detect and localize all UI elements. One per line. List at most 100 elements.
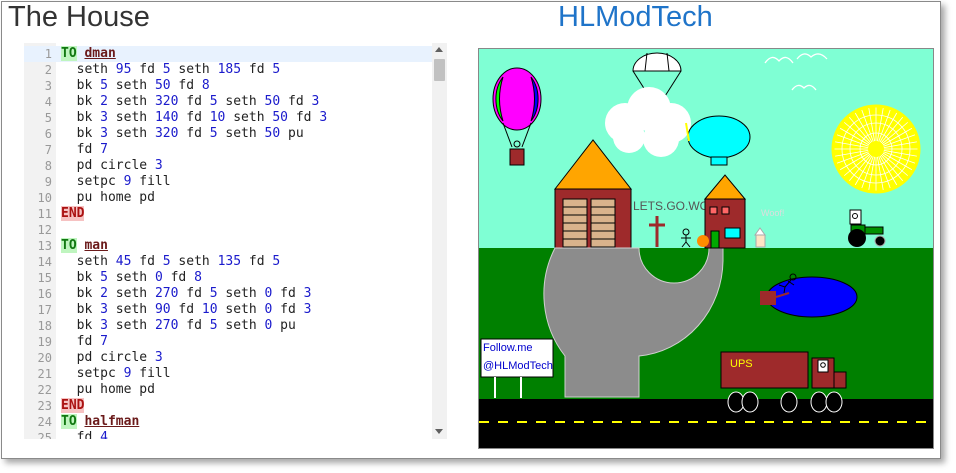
code-token: fd <box>272 286 304 301</box>
code-token: bk <box>61 126 101 141</box>
editor-scrollbar[interactable] <box>432 43 447 439</box>
road <box>479 399 933 448</box>
line-number: 3 <box>44 79 52 93</box>
code-line[interactable]: 2 seth 95 fd 5 seth 185 fd 5 <box>24 62 432 78</box>
code-text: TO dman <box>61 46 116 62</box>
scene-drawing: LETS.GO.WO! Woof! Follow.me @HLModTech U… <box>479 49 933 448</box>
code-line[interactable]: 3 bk 5 seth 50 fd 8 <box>24 78 432 94</box>
code-token: 95 <box>115 62 132 77</box>
code-token: 5 <box>162 62 171 77</box>
code-token: 5 <box>209 126 218 141</box>
code-line[interactable]: 11 END <box>24 206 432 222</box>
code-text: bk 3 seth 270 fd 5 seth 0 pu <box>61 318 296 334</box>
code-token: 0 <box>154 270 163 285</box>
code-lines[interactable]: 1 TO dman 2 seth 95 fd 5 seth 185 fd 53 bk… <box>24 46 432 439</box>
line-number: 12 <box>37 223 52 237</box>
code-token: 45 <box>115 254 132 269</box>
code-line[interactable]: 24 TO halfman <box>24 414 432 430</box>
follow-text-line1: Follow.me <box>483 342 533 354</box>
code-token: TO <box>61 414 77 429</box>
code-line[interactable]: 23 END <box>24 398 432 414</box>
code-token: fd <box>131 62 163 77</box>
code-token: fd <box>178 94 210 109</box>
code-token: 3 <box>311 94 320 109</box>
code-token: 140 <box>154 110 179 125</box>
code-token: 5 <box>209 286 218 301</box>
code-token: 3 <box>154 350 163 365</box>
code-line[interactable]: 18 bk 3 seth 270 fd 5 seth 0 pu <box>24 318 432 334</box>
code-text: bk 3 seth 140 fd 10 seth 50 fd 3 <box>61 110 328 126</box>
code-token: dman <box>84 46 116 61</box>
code-token: seth <box>107 110 155 125</box>
code-line[interactable]: 14 seth 45 fd 5 seth 135 fd 5 <box>24 254 432 270</box>
code-line[interactable]: 12 <box>24 222 432 238</box>
code-token: pu <box>272 318 296 333</box>
code-token: fd <box>178 318 210 333</box>
code-token: bk <box>61 110 101 125</box>
code-token: bk <box>61 286 101 301</box>
code-line[interactable]: 13 TO man <box>24 238 432 254</box>
code-token: fd <box>241 62 273 77</box>
line-number: 17 <box>37 303 52 317</box>
code-token: 2 <box>100 286 108 301</box>
code-text: fd 7 <box>61 142 108 158</box>
code-token: halfman <box>84 414 140 429</box>
code-text: END <box>61 206 85 222</box>
line-number: 11 <box>37 207 52 221</box>
code-text: bk 5 seth 0 fd 8 <box>61 270 202 286</box>
code-token: pu <box>280 126 304 141</box>
code-line[interactable]: 19 fd 7 <box>24 334 432 350</box>
code-token: pu home pd <box>61 382 155 397</box>
code-token: seth <box>217 318 265 333</box>
code-token: fd <box>272 302 304 317</box>
code-line[interactable]: 6 bk 3 seth 320 fd 5 seth 50 pu <box>24 126 432 142</box>
line-number: 22 <box>37 383 52 397</box>
code-text: bk 2 seth 270 fd 5 seth 0 fd 3 <box>61 286 312 302</box>
code-line[interactable]: 25 fd 4 <box>24 430 432 439</box>
line-number: 24 <box>37 415 52 429</box>
code-token: 5 <box>272 254 281 269</box>
code-line[interactable]: 16 bk 2 seth 270 fd 5 seth 0 fd 3 <box>24 286 432 302</box>
code-line[interactable]: 10 pu home pd <box>24 190 432 206</box>
code-text: seth 95 fd 5 seth 185 fd 5 <box>61 62 281 78</box>
code-token: seth <box>61 62 116 77</box>
line-number: 18 <box>37 319 52 333</box>
code-editor[interactable]: 1 TO dman 2 seth 95 fd 5 seth 185 fd 53 bk… <box>24 43 447 439</box>
code-token: 50 <box>264 126 281 141</box>
code-token: 7 <box>100 142 108 157</box>
turtle-canvas[interactable]: LETS.GO.WO! Woof! Follow.me @HLModTech U… <box>478 48 934 449</box>
line-number: 1 <box>44 47 52 61</box>
scroll-up-arrow-icon[interactable] <box>435 47 443 52</box>
code-text: fd 7 <box>61 334 108 350</box>
code-text: seth 45 fd 5 seth 135 fd 5 <box>61 254 281 270</box>
code-line[interactable]: 22 pu home pd <box>24 382 432 398</box>
code-text: END <box>61 398 85 414</box>
code-token: seth <box>217 126 265 141</box>
code-token: 90 <box>154 302 171 317</box>
code-text: pu home pd <box>61 382 155 398</box>
scroll-thumb[interactable] <box>434 59 445 81</box>
code-token: 320 <box>154 126 179 141</box>
scroll-down-arrow-icon[interactable] <box>435 429 443 434</box>
code-text: bk 3 seth 90 fd 10 seth 0 fd 3 <box>61 302 312 318</box>
code-token: seth <box>61 254 116 269</box>
code-line[interactable]: 4 bk 2 seth 320 fd 5 seth 50 fd 3 <box>24 94 432 110</box>
code-token: fill <box>131 174 171 189</box>
code-line[interactable]: 9 setpc 9 fill <box>24 174 432 190</box>
code-text: pd circle 3 <box>61 350 163 366</box>
code-line[interactable]: 20 pd circle 3 <box>24 350 432 366</box>
code-token: 3 <box>154 158 163 173</box>
code-token: 4 <box>100 430 108 439</box>
line-number: 4 <box>44 95 52 109</box>
code-line[interactable]: 15 bk 5 seth 0 fd 8 <box>24 270 432 286</box>
code-token: 3 <box>319 110 328 125</box>
code-token: setpc <box>61 366 124 381</box>
code-line[interactable]: 1 TO dman <box>24 46 432 62</box>
code-line[interactable]: 8 pd circle 3 <box>24 158 432 174</box>
code-line[interactable]: 7 fd 7 <box>24 142 432 158</box>
code-line[interactable]: 21 setpc 9 fill <box>24 366 432 382</box>
code-line[interactable]: 17 bk 3 seth 90 fd 10 seth 0 fd 3 <box>24 302 432 318</box>
code-text: pd circle 3 <box>61 158 163 174</box>
code-line[interactable]: 5 bk 3 seth 140 fd 10 seth 50 fd 3 <box>24 110 432 126</box>
code-token: 50 <box>264 94 281 109</box>
